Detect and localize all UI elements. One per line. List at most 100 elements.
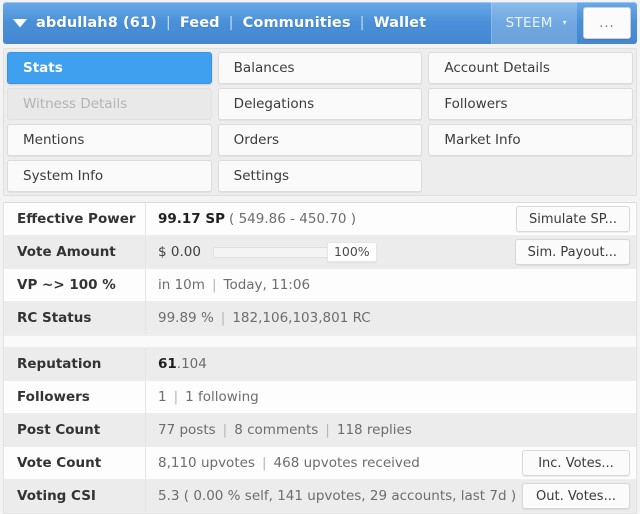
header-right-controls: STEEM ▾ ...: [490, 2, 634, 44]
row-label: Post Count: [4, 414, 146, 446]
row-label: RC Status: [4, 302, 146, 334]
simulate-sp-button[interactable]: Simulate SP...: [515, 206, 630, 232]
row-value: 99.89 % | 182,106,103,801 RC: [146, 302, 636, 334]
followers-count: 1: [158, 389, 167, 405]
tab-label: Account Details: [444, 60, 550, 76]
tab-label: Witness Details: [23, 96, 128, 112]
row-value: 61 .104: [146, 348, 636, 380]
row-label: Vote Amount: [4, 236, 146, 268]
sim-payout-button[interactable]: Sim. Payout...: [514, 239, 630, 265]
stats-block-power: Effective Power 99.17 SP ( 549.86 - 450.…: [4, 203, 636, 335]
row-value: 77 posts | 8 comments | 118 replies: [146, 414, 636, 446]
account-menu-caret-button[interactable]: [11, 14, 29, 32]
row-value: 1 | 1 following: [146, 381, 636, 413]
rc-absolute-value: 182,106,103,801 RC: [232, 310, 371, 326]
tab-account-details[interactable]: Account Details: [428, 52, 634, 84]
tab-mentions[interactable]: Mentions: [7, 124, 212, 156]
top-navigation-bar: abdullah8 (61) | Feed | Communities | Wa…: [3, 2, 637, 44]
table-row: Vote Amount $ 0.00 100% Sim. Payout...: [4, 236, 636, 269]
app-window: abdullah8 (61) | Feed | Communities | Wa…: [0, 0, 640, 514]
vote-amount-value: $ 0.00: [158, 244, 201, 260]
value-separator: |: [220, 310, 226, 326]
table-row: Vote Count 8,110 upvotes | 468 upvotes r…: [4, 447, 636, 480]
nav-separator-1: |: [165, 15, 171, 31]
tab-label: Settings: [233, 168, 290, 184]
table-row: RC Status 99.89 % | 182,106,103,801 RC: [4, 302, 636, 335]
row-value: in 10m | Today, 11:06: [146, 269, 636, 301]
outgoing-votes-button[interactable]: Out. Votes...: [522, 483, 630, 509]
posts-count: 77 posts: [158, 422, 216, 438]
value-separator: |: [261, 455, 267, 471]
tab-label: Mentions: [23, 132, 85, 148]
tab-panel: Stats Balances Account Details Witness D…: [3, 48, 637, 196]
tab-row-3: Mentions Orders Market Info: [7, 124, 634, 156]
reputation-whole: 61: [158, 356, 177, 372]
row-label: Vote Count: [4, 447, 146, 479]
table-row: Reputation 61 .104: [4, 348, 636, 381]
nav-separator-3: |: [359, 15, 365, 31]
chain-select-value: STEEM: [505, 15, 553, 31]
nav-wallet-link[interactable]: Wallet: [374, 15, 427, 31]
voting-csi-value: 5.3 ( 0.00 % self, 141 upvotes, 29 accou…: [158, 488, 517, 504]
row-label: VP ~> 100 %: [4, 269, 146, 301]
tab-market-info[interactable]: Market Info: [428, 124, 634, 156]
more-options-button[interactable]: ...: [583, 7, 631, 39]
replies-count: 118 replies: [336, 422, 412, 438]
tab-balances[interactable]: Balances: [217, 52, 423, 84]
rc-percent-value: 99.89 %: [158, 310, 214, 326]
value-separator: |: [325, 422, 330, 438]
tab-orders[interactable]: Orders: [217, 124, 423, 156]
tab-label: Balances: [233, 60, 295, 76]
tab-stats[interactable]: Stats: [7, 52, 212, 84]
tab-settings[interactable]: Settings: [217, 160, 423, 192]
reputation-fraction: .104: [176, 356, 207, 372]
tab-label: Delegations: [233, 96, 315, 112]
nav-communities-link[interactable]: Communities: [243, 15, 351, 31]
vote-power-meter: 100%: [212, 241, 377, 263]
tab-row-4: System Info Settings: [7, 160, 634, 192]
meter-percent-label: 100%: [326, 241, 377, 263]
row-label: Effective Power: [4, 203, 146, 235]
table-row: Effective Power 99.17 SP ( 549.86 - 450.…: [4, 203, 636, 236]
effective-power-range: ( 549.86 - 450.70 ): [229, 211, 357, 227]
vp-eta-time: Today, 11:06: [223, 277, 311, 293]
chevron-down-icon: [13, 18, 27, 28]
tab-delegations[interactable]: Delegations: [217, 88, 423, 120]
table-row: Post Count 77 posts | 8 comments | 118 r…: [4, 414, 636, 447]
value-separator: |: [222, 422, 228, 438]
nav-account-link[interactable]: abdullah8 (61): [36, 15, 157, 31]
tab-label: System Info: [23, 168, 104, 184]
value-separator: |: [211, 277, 217, 293]
tab-row-2: Witness Details Delegations Followers: [7, 88, 634, 120]
nav-links: abdullah8 (61) | Feed | Communities | Wa…: [36, 15, 426, 31]
tab-label: Followers: [444, 96, 508, 112]
row-label: Voting CSI: [4, 480, 146, 512]
table-row: Followers 1 | 1 following: [4, 381, 636, 414]
tab-followers[interactable]: Followers: [428, 88, 634, 120]
tab-row-1: Stats Balances Account Details: [7, 52, 634, 84]
value-separator: |: [173, 389, 179, 405]
tab-system-info[interactable]: System Info: [7, 160, 212, 192]
upvotes-given: 8,110 upvotes: [158, 455, 255, 471]
upvotes-received: 468 upvotes received: [273, 455, 420, 471]
vp-eta-value: in 10m: [158, 277, 205, 293]
chevron-down-icon-small: ▾: [562, 18, 567, 27]
incoming-votes-button[interactable]: Inc. Votes...: [522, 450, 630, 476]
tab-label: Orders: [233, 132, 280, 148]
block-divider: [4, 335, 636, 348]
stats-content-area: Effective Power 99.17 SP ( 549.86 - 450.…: [3, 202, 637, 514]
row-label: Followers: [4, 381, 146, 413]
row-label: Reputation: [4, 348, 146, 380]
effective-power-value: 99.17 SP: [158, 211, 226, 227]
tab-witness-details: Witness Details: [7, 88, 212, 120]
comments-count: 8 comments: [234, 422, 319, 438]
table-row: Voting CSI 5.3 ( 0.00 % self, 141 upvote…: [4, 480, 636, 513]
nav-feed-link[interactable]: Feed: [180, 15, 220, 31]
nav-separator-2: |: [228, 15, 234, 31]
stats-block-social: Reputation 61 .104 Followers 1 | 1 follo…: [4, 348, 636, 513]
chain-select-dropdown[interactable]: STEEM ▾: [490, 2, 577, 44]
following-count: 1 following: [185, 389, 259, 405]
tab-label: Stats: [23, 60, 63, 76]
table-row: VP ~> 100 % in 10m | Today, 11:06: [4, 269, 636, 302]
tab-placeholder: [428, 160, 634, 192]
